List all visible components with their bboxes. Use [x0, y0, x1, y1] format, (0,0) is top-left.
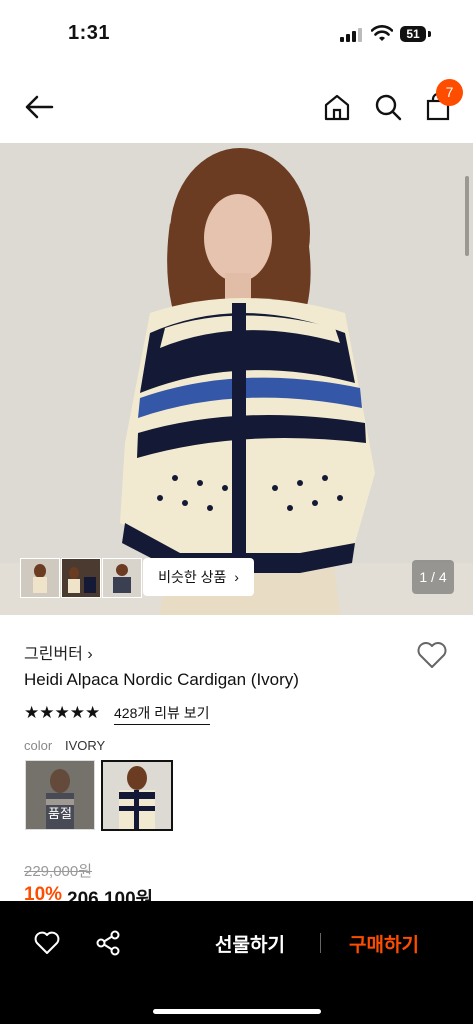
star-icon: ★: [39, 703, 55, 722]
star-icon: ★: [69, 703, 85, 722]
wifi-icon: [371, 25, 393, 41]
bottom-action-bar: [0, 901, 473, 1024]
gallery-thumbnail[interactable]: [20, 558, 60, 598]
review-link[interactable]: 428개 리뷰 보기: [114, 703, 210, 725]
bottom-divider: [320, 933, 321, 953]
similar-products-label: 비슷한 상품: [158, 569, 227, 585]
star-icon: ★: [54, 703, 70, 722]
status-time: 1:31: [68, 22, 111, 44]
soldout-badge: 품절: [48, 806, 72, 821]
product-main-image[interactable]: [0, 143, 473, 615]
scroll-indicator[interactable]: [465, 176, 469, 256]
search-icon[interactable]: [373, 92, 403, 122]
cellular-signal-icon: [340, 28, 362, 42]
product-title: Heidi Alpaca Nordic Cardigan (Ivory): [24, 670, 299, 689]
color-value: IVORY: [65, 738, 106, 753]
gift-button[interactable]: 선물하기: [215, 930, 285, 957]
similar-products-button[interactable]: 비슷한 상품 ›: [143, 558, 254, 596]
brand-link[interactable]: 그린버터 ›: [24, 640, 93, 664]
back-arrow-icon[interactable]: [22, 92, 56, 122]
cart-count-badge: 7: [436, 79, 463, 106]
rating-stars: ★★★★★: [24, 703, 101, 722]
chevron-right-icon: ›: [230, 569, 239, 585]
color-option-ivory[interactable]: [101, 760, 173, 831]
gallery-thumbnail[interactable]: [102, 558, 142, 598]
battery-level: 51: [400, 26, 426, 42]
home-indicator: [153, 1009, 321, 1014]
color-label: color: [24, 738, 53, 753]
chevron-right-icon: ›: [87, 646, 93, 663]
star-icon: ★: [24, 703, 40, 722]
heart-icon[interactable]: [34, 930, 60, 956]
battery-cap: [428, 31, 431, 37]
gallery-thumbnail[interactable]: [61, 558, 101, 598]
buy-button[interactable]: 구매하기: [349, 930, 419, 957]
original-price: 229,000원: [24, 863, 93, 880]
color-option-soldout[interactable]: 품절: [25, 760, 95, 830]
share-icon[interactable]: [95, 929, 121, 957]
image-page-counter: 1 / 4: [412, 560, 454, 594]
brand-name: 그린버터: [24, 646, 83, 663]
home-icon[interactable]: [323, 92, 351, 122]
star-icon: ★: [85, 703, 101, 722]
cardigan-photo: [0, 143, 473, 615]
wishlist-heart-icon[interactable]: [416, 640, 448, 670]
